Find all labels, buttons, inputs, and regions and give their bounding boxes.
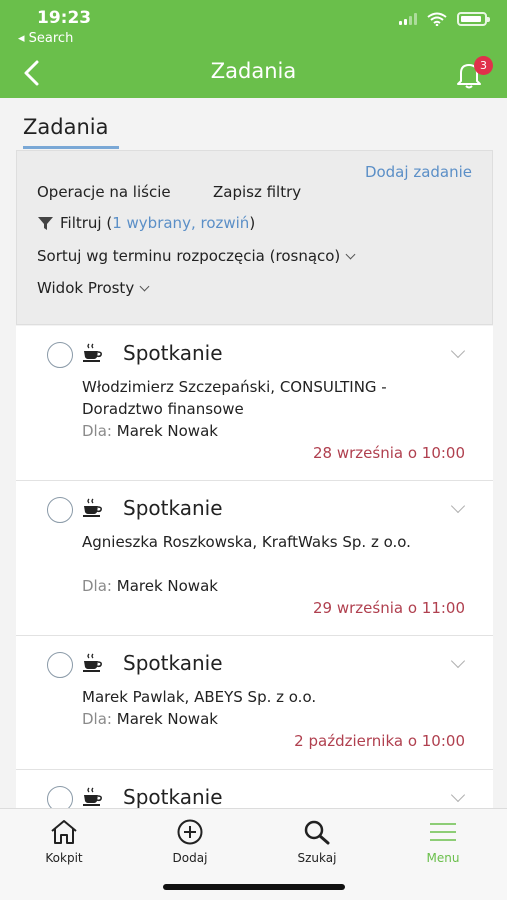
task-date: 29 września o 11:00	[312, 599, 465, 617]
status-back-link[interactable]: ◂ Search	[18, 31, 73, 46]
tab-dodaj-label: Dodaj	[172, 851, 208, 865]
task-assignee: Dla: Marek Nowak	[82, 577, 218, 595]
header-title: Zadania	[210, 59, 297, 83]
page-title: Zadania	[23, 115, 109, 139]
task-assignee: Dla: Marek Nowak	[82, 422, 218, 440]
task-card[interactable]: Spotkanie Agnieszka Roszkowska, KraftWak…	[16, 481, 493, 636]
task-list: Spotkanie Włodzimierz Szczepański, CONSU…	[16, 326, 493, 840]
coffee-cup-icon	[83, 787, 102, 806]
view-label: Widok Prosty	[37, 279, 135, 297]
chevron-down-icon[interactable]	[450, 653, 466, 669]
add-task-link[interactable]: Dodaj zadanie	[365, 163, 472, 181]
chevron-down-icon	[345, 249, 356, 260]
tab-szukaj-label: Szukaj	[297, 851, 337, 865]
home-icon	[51, 820, 77, 844]
battery-icon	[457, 12, 490, 26]
chevron-down-icon[interactable]	[450, 498, 466, 514]
signal-icon	[399, 13, 417, 25]
tab-menu-label: Menu	[426, 851, 460, 865]
assignee-name: Marek Nowak	[116, 577, 218, 595]
task-client: Włodzimierz Szczepański, CONSULTING - Do…	[82, 378, 387, 418]
assignee-name: Marek Nowak	[116, 422, 218, 440]
tab-kokpit-label: Kokpit	[45, 851, 83, 865]
task-title: Spotkanie	[123, 341, 223, 365]
page-title-underline	[23, 146, 119, 149]
coffee-cup-icon	[83, 653, 102, 672]
wifi-icon	[427, 12, 447, 26]
complete-task-checkbox[interactable]	[47, 342, 73, 368]
filters-panel: Dodaj zadanie Operacje na liście Zapisz …	[16, 150, 493, 325]
chevron-down-icon[interactable]	[450, 343, 466, 359]
assignee-label: Dla:	[82, 710, 112, 728]
chevron-down-icon[interactable]	[450, 787, 466, 803]
task-card[interactable]: Spotkanie Włodzimierz Szczepański, CONSU…	[16, 326, 493, 481]
task-assignee: Dla: Marek Nowak	[82, 710, 218, 728]
coffee-cup-icon	[83, 343, 102, 362]
task-title: Spotkanie	[123, 785, 223, 809]
complete-task-checkbox[interactable]	[47, 497, 73, 523]
save-filters-button[interactable]: Zapisz filtry	[213, 183, 301, 201]
task-client: Agnieszka Roszkowska, KraftWaks Sp. z o.…	[82, 533, 411, 551]
filter-label: Filtruj (	[60, 214, 113, 232]
sort-dropdown[interactable]: Sortuj wg terminu rozpoczęcia (rosnąco)	[37, 247, 356, 265]
task-client: Marek Pawlak, ABEYS Sp. z o.o.	[82, 688, 317, 706]
assignee-label: Dla:	[82, 577, 112, 595]
plus-circle-icon	[177, 819, 203, 845]
task-date: 28 września o 10:00	[312, 444, 465, 462]
search-icon	[304, 820, 330, 845]
menu-icon	[430, 823, 456, 841]
filter-expand-link[interactable]: 1 wybrany, rozwiń	[112, 214, 249, 232]
task-title: Spotkanie	[123, 496, 223, 520]
home-indicator[interactable]	[163, 884, 345, 890]
task-date: 2 października o 10:00	[294, 732, 465, 750]
task-card[interactable]: Spotkanie Marek Pawlak, ABEYS Sp. z o.o.…	[16, 636, 493, 770]
list-operations-button[interactable]: Operacje na liście	[37, 183, 171, 201]
app-header: 19:23 ◂ Search Zadania 3	[0, 0, 507, 98]
status-icons	[399, 12, 490, 26]
tab-kokpit[interactable]: Kokpit	[19, 819, 109, 865]
assignee-name: Marek Nowak	[116, 710, 218, 728]
filter-row[interactable]: Filtruj (1 wybrany, rozwiń)	[37, 214, 255, 232]
assignee-label: Dla:	[82, 422, 112, 440]
complete-task-checkbox[interactable]	[47, 652, 73, 678]
sort-label: Sortuj wg terminu rozpoczęcia (rosnąco)	[37, 247, 341, 265]
task-title: Spotkanie	[123, 651, 223, 675]
tab-menu[interactable]: Menu	[398, 819, 488, 865]
view-dropdown[interactable]: Widok Prosty	[37, 279, 150, 297]
chevron-down-icon	[139, 281, 150, 292]
filter-label-close: )	[249, 214, 256, 232]
status-time: 19:23	[37, 8, 92, 28]
notification-badge: 3	[474, 56, 493, 75]
tab-dodaj[interactable]: Dodaj	[145, 819, 235, 865]
coffee-cup-icon	[83, 498, 102, 517]
filter-funnel-icon	[38, 216, 53, 230]
tab-szukaj[interactable]: Szukaj	[272, 819, 362, 865]
